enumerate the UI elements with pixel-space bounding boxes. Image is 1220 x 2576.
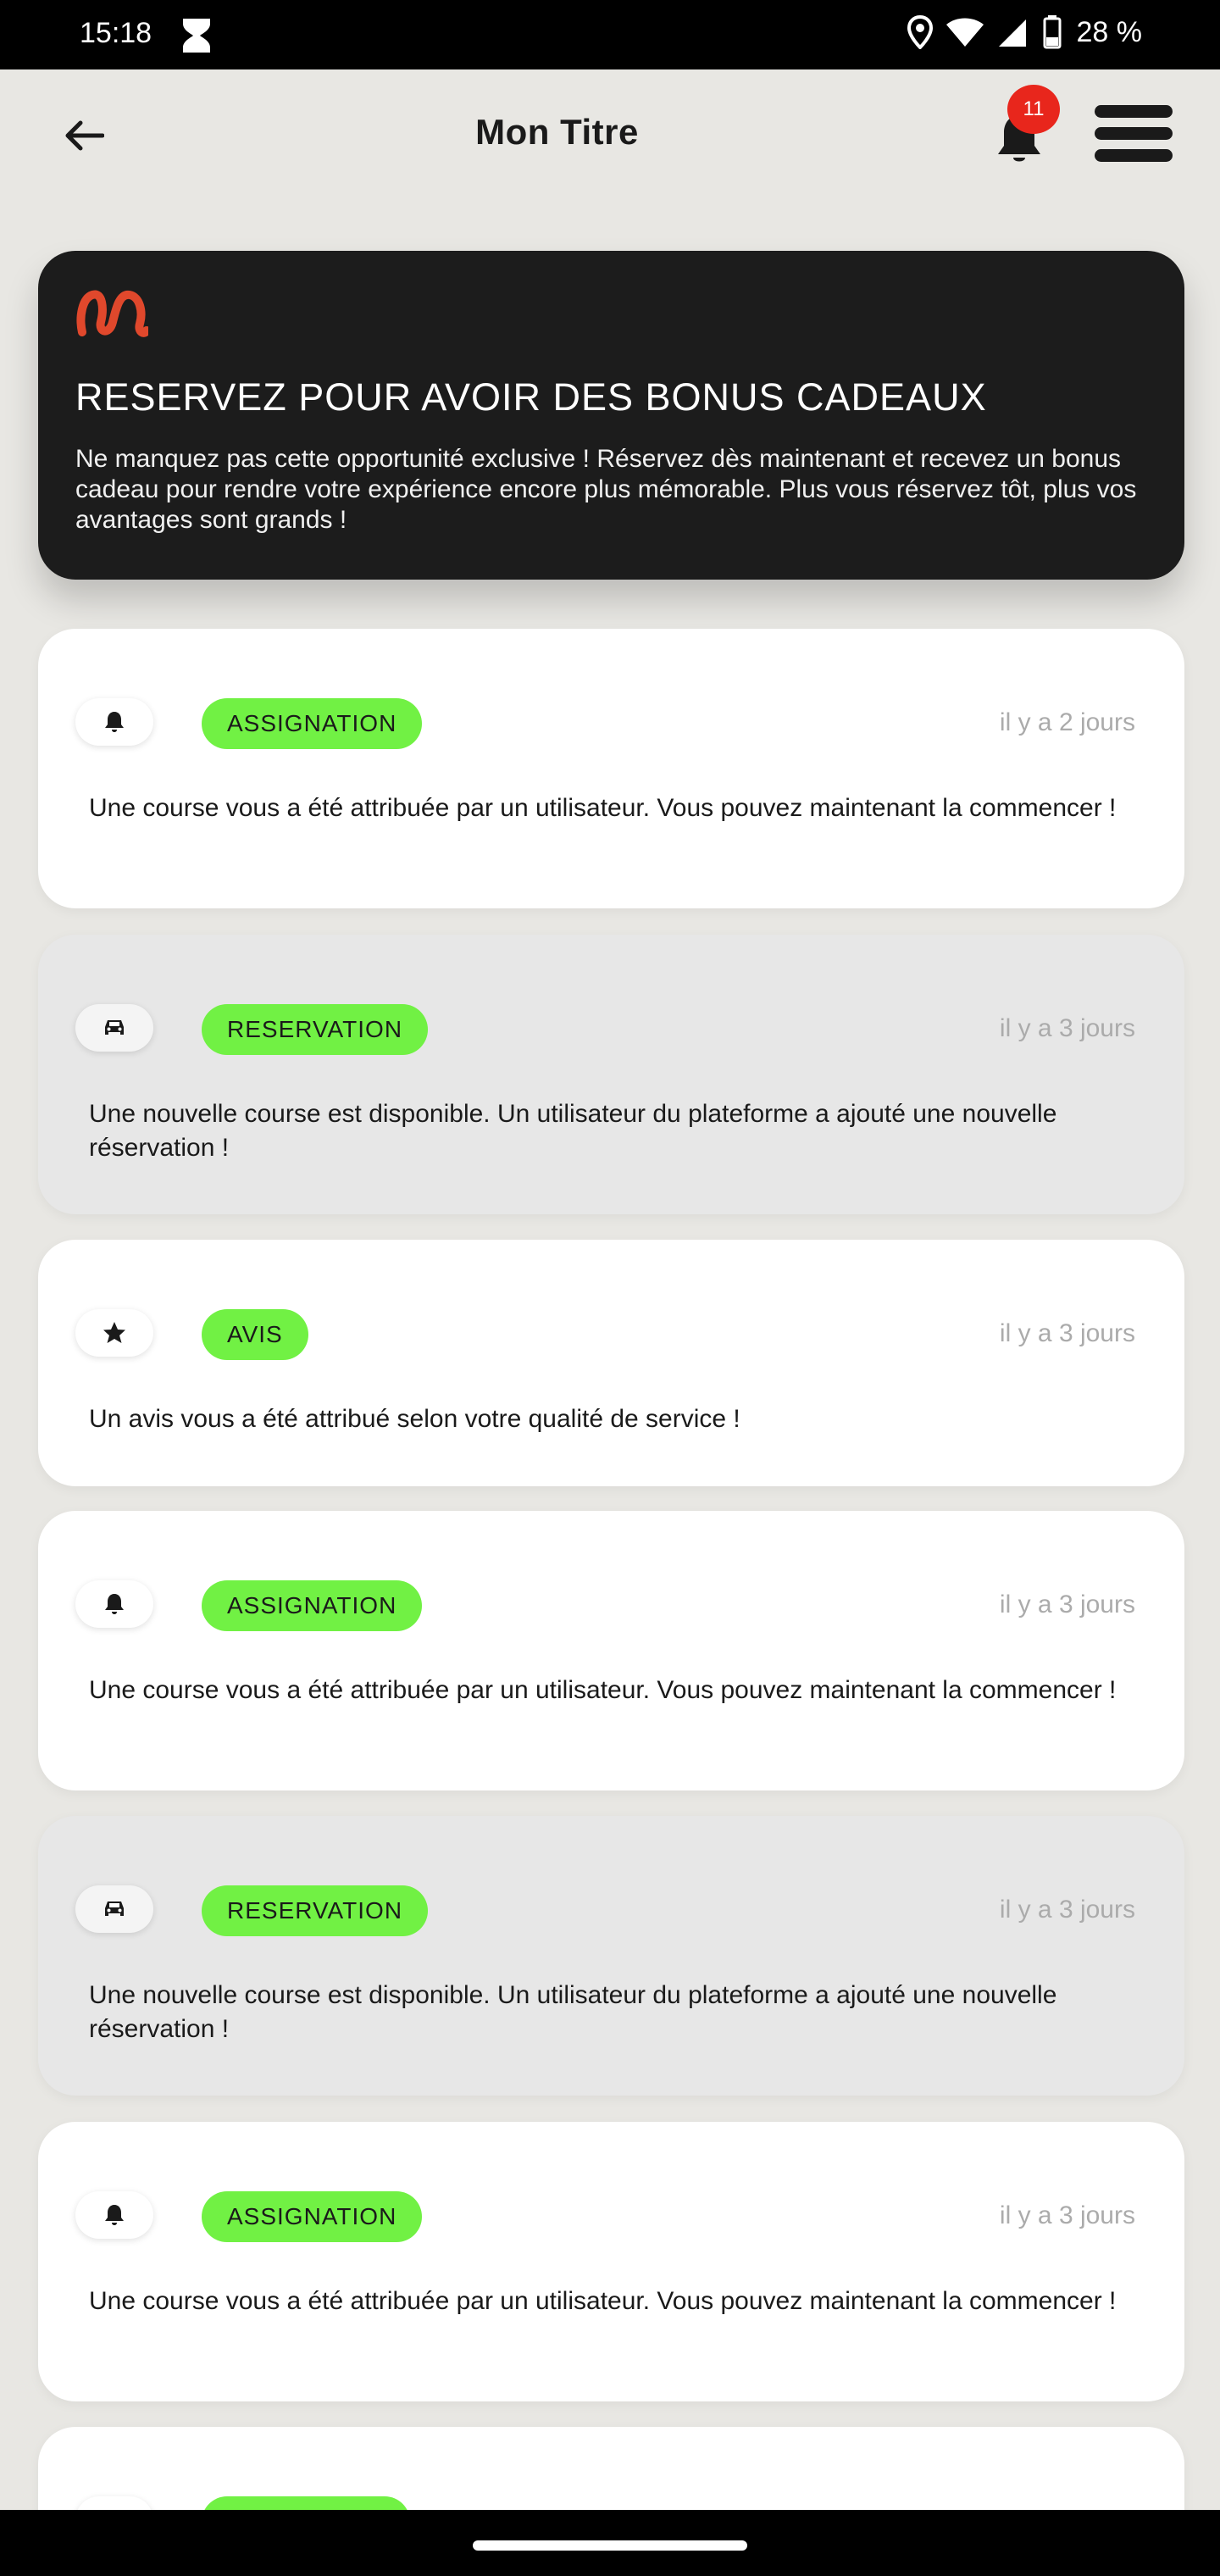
notification-time: il y a 3 jours [999,1014,1135,1042]
menu-bar [1095,149,1173,162]
notification-type-icon [75,1309,153,1357]
promo-title: RESERVEZ POUR AVOIR DES BONUS CADEAUX [75,375,987,419]
notification-tag: RESERVATION [202,1004,429,1055]
status-time: 15:18 [80,17,152,49]
battery-icon [1043,15,1061,49]
notification-type-icon [75,698,153,746]
notification-card[interactable]: RESERVATION il y a 3 jours Une nouvelle … [38,1816,1184,2096]
battery-percentage: 28 % [1076,15,1143,48]
notification-tag: RESERVATION [202,1885,429,1936]
home-indicator[interactable] [473,2540,747,2551]
notification-card[interactable]: ASSIGNATION il y a 2 jours Une course vo… [38,629,1184,908]
bell-icon [105,2205,124,2225]
notification-tag: AVIS [202,1309,308,1360]
notification-tag: ASSIGNATION [202,1580,423,1631]
notification-count-badge: 11 [1007,85,1060,134]
hourglass-icon [183,19,210,53]
notification-tag: ASSIGNATION [202,698,423,749]
status-bar: 15:18 28 % [0,0,1220,69]
notification-message: Un avis vous a été attribué selon votre … [89,1405,740,1433]
car-icon [105,1020,124,1035]
promo-card[interactable]: RESERVEZ POUR AVOIR DES BONUS CADEAUX Ne… [38,251,1184,580]
notification-message: Une course vous a été attribuée par un u… [89,794,1117,822]
notification-tag: ASSIGNATION [202,2191,423,2242]
car-icon [105,1901,124,1916]
star-icon [103,1322,125,1343]
notification-time: il y a 3 jours [999,1896,1135,1924]
notification-card[interactable]: AVIS il y a 3 jours Un avis vous a été a… [38,1240,1184,1486]
notification-type-icon [75,2191,153,2239]
notification-type-icon [75,1004,153,1052]
notification-time: il y a 3 jours [999,2201,1135,2229]
notification-time: il y a 2 jours [999,708,1135,736]
page-title: Mon Titre [475,112,639,152]
menu-bar [1095,127,1173,140]
notification-card[interactable]: ASSIGNATION il y a 3 jours Une course vo… [38,2122,1184,2401]
promo-description: Ne manquez pas cette opportunité exclusi… [75,445,1137,534]
notification-time: il y a 3 jours [999,1591,1135,1618]
notification-time: il y a 3 jours [999,1319,1135,1347]
signal-icon [998,19,1030,47]
notification-message: Une course vous a été attribuée par un u… [89,1676,1117,1704]
notification-card[interactable]: RESERVATION il y a 3 jours Une nouvelle … [38,935,1184,1214]
location-icon [907,15,933,49]
notification-type-icon [75,1580,153,1628]
bell-icon [105,712,124,732]
notification-message: Une nouvelle course est disponible. Un u… [89,1100,1057,1162]
notification-message: Une nouvelle course est disponible. Un u… [89,1981,1057,2043]
wifi-icon [946,18,984,47]
notification-message: Une course vous a été attribuée par un u… [89,2287,1117,2315]
status-icons: 28 % [907,15,1143,49]
menu-bar [1095,105,1173,118]
menu-button[interactable] [1095,105,1173,166]
bell-icon [105,1594,124,1614]
notification-type-icon [75,1885,153,1933]
notification-card[interactable]: ASSIGNATION il y a 3 jours Une course vo… [38,1511,1184,1790]
brand-logo [76,290,148,337]
